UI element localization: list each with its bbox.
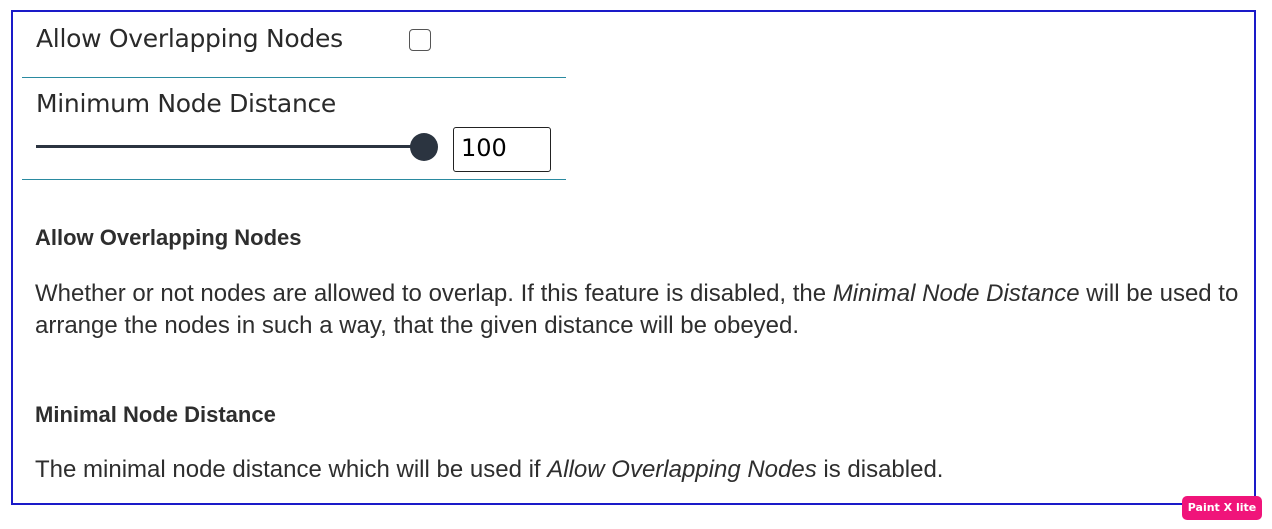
paint-x-lite-watermark: Paint X lite [1182,496,1262,520]
help-overlap-section: Allow Overlapping Nodes [35,225,1245,251]
help-distance-body: The minimal node distance which will be … [35,454,1245,486]
allow-overlapping-row: Allow Overlapping Nodes [22,12,566,78]
help-overlap-text-start: Whether or not nodes are allowed to over… [35,280,833,307]
allow-overlapping-label: Allow Overlapping Nodes [36,24,343,53]
minimum-distance-label: Minimum Node Distance [36,89,337,118]
help-distance-section: Minimal Node Distance [35,402,1245,428]
minimum-distance-input[interactable]: 100 [453,127,551,172]
help-overlap-title: Allow Overlapping Nodes [35,225,302,250]
help-distance-title: Minimal Node Distance [35,402,276,427]
help-distance-text-start: The minimal node distance which will be … [35,456,548,483]
allow-overlapping-checkbox[interactable] [409,29,431,51]
help-distance-text: The minimal node distance which will be … [35,454,1245,486]
help-overlap-body: Whether or not nodes are allowed to over… [35,278,1245,342]
help-overlap-text-emphasis: Minimal Node Distance [832,280,1080,307]
slider-fill [36,145,424,148]
help-distance-text-emphasis: Allow Overlapping Nodes [547,456,817,483]
help-overlap-text: Whether or not nodes are allowed to over… [35,278,1245,342]
settings-frame: Allow Overlapping Nodes Minimum Node Dis… [11,10,1256,505]
help-distance-text-end: is disabled. [816,456,944,483]
options-panel: Allow Overlapping Nodes Minimum Node Dis… [22,12,566,180]
slider-thumb[interactable] [410,133,438,161]
minimum-distance-slider[interactable] [36,132,438,162]
